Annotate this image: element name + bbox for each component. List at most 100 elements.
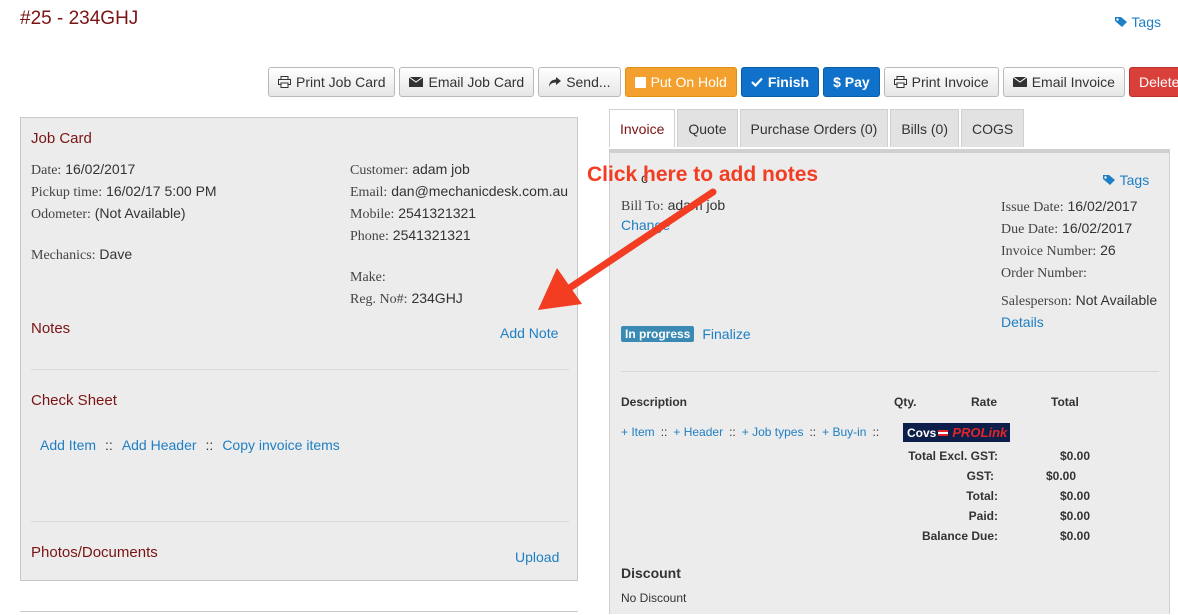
next-panel-edge <box>20 611 578 615</box>
reg-label: Reg. No#: <box>350 292 408 307</box>
share-arrow-icon <box>549 76 562 87</box>
totals-value: $0.00 <box>1059 449 1090 463</box>
send-button[interactable]: Send... <box>538 67 621 97</box>
odometer-label: Odometer: <box>31 207 91 222</box>
tags-link[interactable]: Tags <box>1114 14 1161 30</box>
due-date-label: Due Date: <box>1001 222 1059 237</box>
totals-value: $0.00 <box>1059 529 1090 543</box>
copy-invoice-items-link[interactable]: Copy invoice items <box>222 437 340 453</box>
job-details: Date: 16/02/2017 Pickup time: 16/02/17 5… <box>31 159 217 266</box>
tags-label: Tags <box>1131 14 1161 30</box>
annotation-arrow-icon <box>538 188 717 310</box>
check-sheet-heading: Check Sheet <box>31 392 117 409</box>
send-label: Send... <box>566 74 611 90</box>
stop-square-icon <box>634 76 646 88</box>
mechanics-label: Mechanics: <box>31 248 96 263</box>
envelope-icon <box>1012 77 1027 87</box>
invoice-meta: Issue Date: 16/02/2017 Due Date: 16/02/2… <box>1001 196 1157 332</box>
email-invoice-label: Email Invoice <box>1031 74 1115 90</box>
tab-purchase-orders[interactable]: Purchase Orders (0) <box>739 109 889 147</box>
totals-row: Total: $0.00 <box>880 486 1090 506</box>
photos-heading: Photos/Documents <box>31 544 158 561</box>
envelope-icon <box>409 77 424 87</box>
email-job-card-button[interactable]: Email Job Card <box>399 67 535 97</box>
totals-row: GST: $0.00 <box>880 466 1090 486</box>
email-invoice-button[interactable]: Email Invoice <box>1002 67 1125 97</box>
date-label: Date: <box>31 163 62 178</box>
print-job-card-button[interactable]: Print Job Card <box>268 67 396 97</box>
tab-bills[interactable]: Bills (0) <box>890 109 959 147</box>
print-invoice-button[interactable]: Print Invoice <box>883 67 999 97</box>
check-sheet-actions: Add Item :: Add Header :: Copy invoice i… <box>40 437 340 453</box>
totals-value: $0.00 <box>1059 509 1090 523</box>
col-description: Description <box>621 395 688 409</box>
invoice-tags-link[interactable]: Tags <box>1102 172 1149 188</box>
delete-button[interactable]: Delete <box>1128 67 1178 97</box>
date-value: 16/02/2017 <box>65 161 136 177</box>
logo-stripe-icon <box>938 429 949 436</box>
separator: :: <box>872 425 880 439</box>
finish-button[interactable]: Finish <box>740 67 820 97</box>
status-badge: In progress <box>621 326 695 342</box>
col-qty: Qty. <box>894 395 917 409</box>
finalize-link[interactable]: Finalize <box>702 326 750 342</box>
put-on-hold-label: Put On Hold <box>650 74 727 90</box>
checkmark-icon <box>751 77 763 87</box>
tag-icon <box>1114 17 1127 27</box>
tab-invoice[interactable]: Invoice <box>609 109 676 147</box>
printer-icon <box>893 76 907 88</box>
separator: :: <box>205 437 214 453</box>
totals-table: Total Excl. GST: $0.00 GST: $0.00 Total: $0… <box>880 446 1090 546</box>
totals-label: Total: <box>966 489 998 503</box>
discount-heading: Discount <box>621 565 681 581</box>
upload-link[interactable]: Upload <box>515 549 559 565</box>
prolink-logo-text: PROLink <box>952 425 1008 440</box>
notes-heading: Notes <box>31 320 71 337</box>
covs-prolink-button[interactable]: Covs PROLink <box>903 423 1010 442</box>
totals-value: $0.00 <box>1046 469 1077 483</box>
salesperson-label: Salesperson: <box>1001 294 1072 309</box>
totals-label: Balance Due: <box>921 529 998 543</box>
col-rate: Rate <box>971 395 998 409</box>
customer-label: Customer: <box>350 163 409 178</box>
email-job-card-label: Email Job Card <box>428 74 525 90</box>
printer-icon <box>278 76 291 88</box>
divider <box>621 371 1159 372</box>
details-link[interactable]: Details <box>1001 312 1157 332</box>
tab-quote[interactable]: Quote <box>677 109 738 147</box>
pickup-label: Pickup time: <box>31 185 103 200</box>
mobile-value: 2541321321 <box>398 205 477 221</box>
phone-label: Phone: <box>350 229 389 244</box>
discount-value: No Discount <box>621 591 687 605</box>
print-job-card-label: Print Job Card <box>296 74 386 90</box>
totals-label: Total Excl. GST: <box>908 449 998 463</box>
pay-label: $ Pay <box>833 74 870 90</box>
invoice-number-value: 26 <box>1100 242 1116 258</box>
job-card-heading: Job Card <box>31 130 92 147</box>
totals-label: GST: <box>966 469 994 483</box>
delete-label: Delete <box>1138 74 1178 90</box>
issue-date-value: 16/02/2017 <box>1067 198 1138 214</box>
line-item-actions: + Item :: + Header :: + Job types :: + B… <box>621 425 879 439</box>
salesperson-value: Not Available <box>1075 292 1158 308</box>
put-on-hold-button[interactable]: Put On Hold <box>624 67 737 97</box>
separator: :: <box>105 437 113 453</box>
add-item-link[interactable]: Add Item <box>40 437 96 453</box>
invoice-number-label: Invoice Number: <box>1001 244 1097 259</box>
add-buy-in-link[interactable]: + Buy-in <box>822 425 866 439</box>
add-item-link[interactable]: + Item <box>621 425 655 439</box>
add-header-link[interactable]: Add Header <box>122 437 197 453</box>
divider <box>31 521 569 522</box>
invoice-tabs: Invoice Quote Purchase Orders (0) Bills … <box>609 109 1026 147</box>
add-job-types-link[interactable]: + Job types <box>742 425 804 439</box>
tab-cogs[interactable]: COGS <box>961 109 1025 147</box>
mechanics-value: Dave <box>99 246 133 262</box>
reg-value: 234GHJ <box>411 290 463 306</box>
print-invoice-label: Print Invoice <box>911 74 989 90</box>
odometer-value: (Not Available) <box>94 205 186 221</box>
add-note-link[interactable]: Add Note <box>500 325 558 341</box>
pay-button[interactable]: $ Pay <box>823 67 880 97</box>
add-header-link[interactable]: + Header <box>673 425 723 439</box>
order-number-label: Order Number: <box>1001 266 1087 281</box>
divider <box>31 369 569 370</box>
